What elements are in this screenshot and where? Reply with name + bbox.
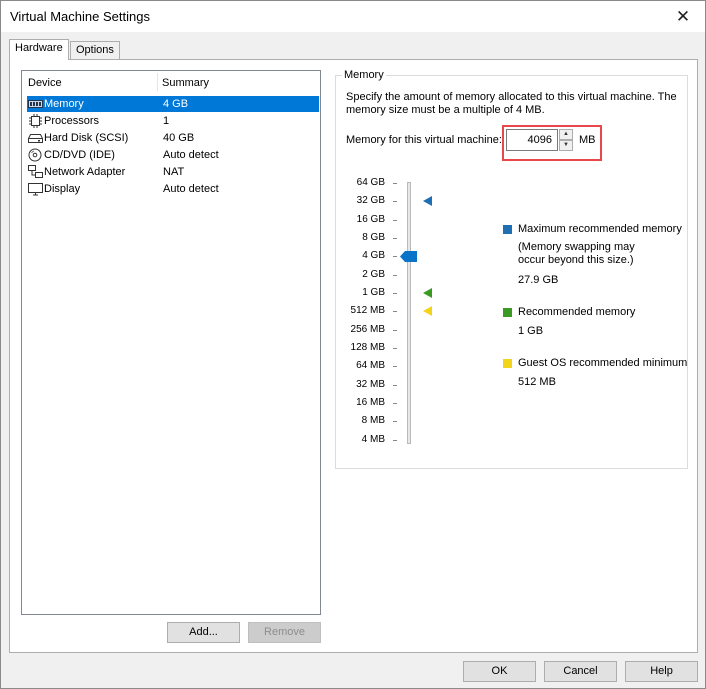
scale-label: 16 GB bbox=[356, 214, 385, 225]
slider-track[interactable] bbox=[407, 182, 411, 444]
ok-button[interactable]: OK bbox=[463, 661, 536, 682]
device-row-network-adapter[interactable]: Network Adapter NAT bbox=[27, 164, 319, 180]
processor-icon bbox=[29, 114, 42, 128]
scale-label: 8 MB bbox=[361, 415, 385, 426]
legend-swatch-green bbox=[503, 308, 512, 317]
legend-swatch-yellow bbox=[503, 359, 512, 368]
scale-label: 1 GB bbox=[362, 287, 385, 298]
device-row-hard-disk[interactable]: Hard Disk (SCSI) 40 GB bbox=[27, 130, 319, 146]
recommended-marker bbox=[423, 288, 432, 298]
column-header-device[interactable]: Device bbox=[28, 77, 62, 89]
memory-unit-label: MB bbox=[579, 134, 596, 146]
scale-tick bbox=[393, 385, 397, 386]
device-name: Network Adapter bbox=[44, 166, 126, 178]
scale-tick bbox=[393, 183, 397, 184]
scale-tick bbox=[393, 440, 397, 441]
scale-tick bbox=[393, 220, 397, 221]
legend-label: Guest OS recommended minimum bbox=[518, 357, 688, 369]
device-row-display[interactable]: Display Auto detect bbox=[27, 181, 319, 197]
scale-tick bbox=[393, 201, 397, 202]
tab-hardware[interactable]: Hardware bbox=[9, 39, 69, 60]
column-separator[interactable] bbox=[157, 73, 158, 91]
legend-label: Maximum recommended memory bbox=[518, 223, 682, 235]
scale-tick bbox=[393, 366, 397, 367]
spin-down-button[interactable]: ▼ bbox=[559, 140, 573, 151]
cd-dvd-icon bbox=[28, 148, 42, 162]
title-bar: Virtual Machine Settings ✕ bbox=[1, 1, 705, 32]
network-adapter-icon bbox=[28, 165, 43, 178]
window-title: Virtual Machine Settings bbox=[10, 9, 150, 24]
column-header-summary[interactable]: Summary bbox=[162, 77, 209, 89]
legend-value: 512 MB bbox=[518, 376, 556, 388]
scale-tick bbox=[393, 275, 397, 276]
remove-device-button[interactable]: Remove bbox=[248, 622, 321, 643]
device-summary: Auto detect bbox=[163, 149, 219, 161]
spin-up-button[interactable]: ▲ bbox=[559, 129, 573, 140]
scale-tick bbox=[393, 421, 397, 422]
device-list-header: Device Summary bbox=[22, 71, 320, 93]
cancel-button[interactable]: Cancel bbox=[544, 661, 617, 682]
scale-label: 32 GB bbox=[356, 195, 385, 206]
memory-size-input[interactable]: 4096 bbox=[506, 129, 558, 151]
scale-label: 4 GB bbox=[362, 250, 385, 261]
device-row-memory[interactable]: Memory 4 GB bbox=[27, 96, 319, 112]
memory-group: Memory Specify the amount of memory allo… bbox=[335, 69, 688, 469]
tab-options[interactable]: Options bbox=[70, 41, 120, 59]
scale-label: 512 MB bbox=[350, 305, 385, 316]
device-name: Processors bbox=[44, 115, 100, 127]
hard-disk-icon bbox=[28, 134, 43, 143]
scale-label: 16 MB bbox=[356, 397, 385, 408]
scale-tick bbox=[393, 256, 397, 257]
scale-label: 256 MB bbox=[350, 324, 385, 335]
device-name: CD/DVD (IDE) bbox=[44, 149, 115, 161]
scale-tick bbox=[393, 238, 397, 239]
device-name: Hard Disk (SCSI) bbox=[44, 132, 129, 144]
legend-swatch-blue bbox=[503, 225, 512, 234]
device-summary: 40 GB bbox=[163, 132, 195, 144]
memory-icon bbox=[28, 100, 43, 108]
virtual-machine-settings-window: Virtual Machine Settings ✕ Hardware Opti… bbox=[0, 0, 706, 689]
device-name: Display bbox=[44, 183, 81, 195]
scale-label: 2 GB bbox=[362, 269, 385, 280]
scale-tick bbox=[393, 403, 397, 404]
add-device-button[interactable]: Add... bbox=[167, 622, 240, 643]
legend-note: (Memory swapping may occur beyond this s… bbox=[518, 241, 635, 266]
slider-thumb[interactable] bbox=[400, 251, 417, 262]
device-row-cd-dvd[interactable]: CD/DVD (IDE) Auto detect bbox=[27, 147, 319, 163]
device-summary: 1 bbox=[163, 115, 170, 127]
max-recommended-marker bbox=[423, 196, 432, 206]
scale-tick bbox=[393, 330, 397, 331]
device-summary: NAT bbox=[163, 166, 185, 178]
device-row-processors[interactable]: Processors 1 bbox=[27, 113, 319, 129]
scale-tick bbox=[393, 293, 397, 294]
scale-label: 64 GB bbox=[356, 177, 385, 188]
close-button[interactable]: ✕ bbox=[661, 1, 705, 32]
device-summary: Auto detect bbox=[163, 183, 219, 195]
guest-os-minimum-marker bbox=[423, 306, 432, 316]
legend-value: 27.9 GB bbox=[518, 274, 559, 286]
display-icon bbox=[28, 183, 43, 196]
memory-description: Specify the amount of memory allocated t… bbox=[346, 91, 677, 116]
memory-spinner: ▲ ▼ bbox=[559, 129, 573, 151]
memory-slider[interactable]: 64 GB 32 GB 16 GB 8 GB 4 GB 2 GB 1 GB 51… bbox=[336, 166, 456, 456]
scale-label: 8 GB bbox=[362, 232, 385, 243]
memory-field-label: Memory for this virtual machine: bbox=[346, 134, 502, 146]
device-summary: 4 GB bbox=[163, 98, 189, 110]
device-list[interactable]: Device Summary Memory 4 GB Processors 1 … bbox=[21, 70, 321, 615]
hardware-tab-page: Device Summary Memory 4 GB Processors 1 … bbox=[9, 59, 698, 653]
scale-label: 128 MB bbox=[350, 342, 385, 353]
scale-tick bbox=[393, 348, 397, 349]
memory-group-label: Memory bbox=[342, 69, 386, 81]
scale-label: 4 MB bbox=[361, 434, 385, 445]
scale-tick bbox=[393, 311, 397, 312]
legend-value: 1 GB bbox=[518, 325, 544, 337]
scale-label: 64 MB bbox=[356, 360, 385, 371]
device-name: Memory bbox=[44, 98, 84, 110]
scale-label: 32 MB bbox=[356, 379, 385, 390]
legend-label: Recommended memory bbox=[518, 306, 636, 318]
help-button[interactable]: Help bbox=[625, 661, 698, 682]
